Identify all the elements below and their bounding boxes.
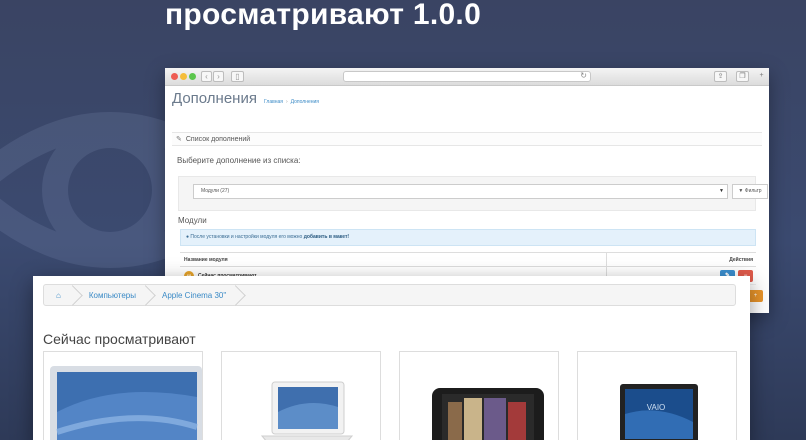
choose-label: Выберите дополнение из списка: — [177, 156, 301, 165]
product-card-apple-cinema[interactable] — [43, 351, 203, 440]
browser-toolbar: ‹ › ▯ ↻ ⇪ ❐ + — [165, 68, 769, 86]
breadcrumb: Главная › Дополнения — [263, 99, 319, 105]
section-title: Модули — [178, 216, 207, 225]
product-card-sony-vaio[interactable]: VAIO — [577, 351, 737, 440]
filter-button[interactable]: ▼ Фильтр — [732, 184, 768, 199]
storefront-window: ⌂ Компьютеры Apple Cinema 30" Сейчас про… — [33, 276, 750, 440]
panel-heading: ✎ Список дополнений — [172, 132, 762, 146]
headline: просматривают 1.0.0 — [165, 0, 482, 31]
info-icon: ● — [186, 234, 190, 240]
forward-icon[interactable]: › — [213, 71, 224, 82]
close-window-icon[interactable] — [171, 73, 178, 80]
extension-type-select[interactable]: Модули (27) ▼ — [193, 184, 728, 199]
column-header-actions: Действия — [606, 253, 756, 266]
alert-link[interactable]: добавить в макет! — [304, 234, 349, 240]
panel-title: Список дополнений — [185, 136, 251, 143]
address-bar[interactable]: ↻ — [343, 71, 591, 82]
new-tab-icon[interactable]: + — [755, 71, 768, 82]
home-icon: ⌂ — [56, 290, 61, 300]
svg-text:VAIO: VAIO — [647, 403, 666, 412]
maximize-window-icon[interactable] — [189, 73, 196, 80]
breadcrumb-product[interactable]: Apple Cinema 30" — [148, 285, 238, 305]
product-image-ipod-touch — [432, 388, 544, 440]
product-card-macbook[interactable] — [221, 351, 381, 440]
column-header-name[interactable]: Название модуля — [180, 253, 606, 266]
share-icon[interactable]: ⇪ — [714, 71, 727, 82]
reload-icon[interactable]: ↻ — [580, 71, 587, 80]
product-image-macbook — [260, 381, 354, 440]
product-image-apple-cinema — [50, 366, 202, 440]
store-breadcrumb: ⌂ Компьютеры Apple Cinema 30" — [43, 284, 736, 306]
breadcrumb-home[interactable]: Главная — [264, 99, 283, 105]
tabs-icon[interactable]: ❐ — [736, 71, 749, 82]
select-value: Модули (27) — [201, 188, 230, 194]
breadcrumb-computers-label: Компьютеры — [88, 290, 136, 300]
admin-page: Дополнения Главная › Дополнения ✎ Список до… — [165, 86, 769, 285]
product-image-sony-vaio: VAIO — [620, 384, 698, 440]
product-card-ipod-touch[interactable] — [399, 351, 559, 440]
sidebar-icon[interactable]: ▯ — [231, 71, 244, 82]
section-heading: Сейчас просматривают — [43, 331, 196, 347]
breadcrumb-product-label: Apple Cinema 30" — [162, 290, 227, 300]
info-alert: ● После установки и настройки модуля его… — [180, 229, 756, 246]
add-module-button[interactable]: + — [748, 290, 763, 302]
filter-button-label: Фильтр — [744, 188, 762, 194]
breadcrumb-extensions[interactable]: Дополнения — [291, 99, 319, 105]
alert-text: После установки и настройки модуля его м… — [190, 234, 303, 240]
caret-down-icon: ▼ — [719, 188, 724, 194]
filter-box: Модули (27) ▼ ▼ Фильтр — [178, 176, 768, 211]
page-title: Дополнения — [172, 90, 257, 107]
pencil-icon: ✎ — [176, 136, 182, 143]
breadcrumb-home[interactable]: ⌂ — [44, 285, 75, 305]
back-icon[interactable]: ‹ — [201, 71, 212, 82]
minimize-window-icon[interactable] — [180, 73, 187, 80]
breadcrumb-computers[interactable]: Компьютеры — [75, 285, 148, 305]
